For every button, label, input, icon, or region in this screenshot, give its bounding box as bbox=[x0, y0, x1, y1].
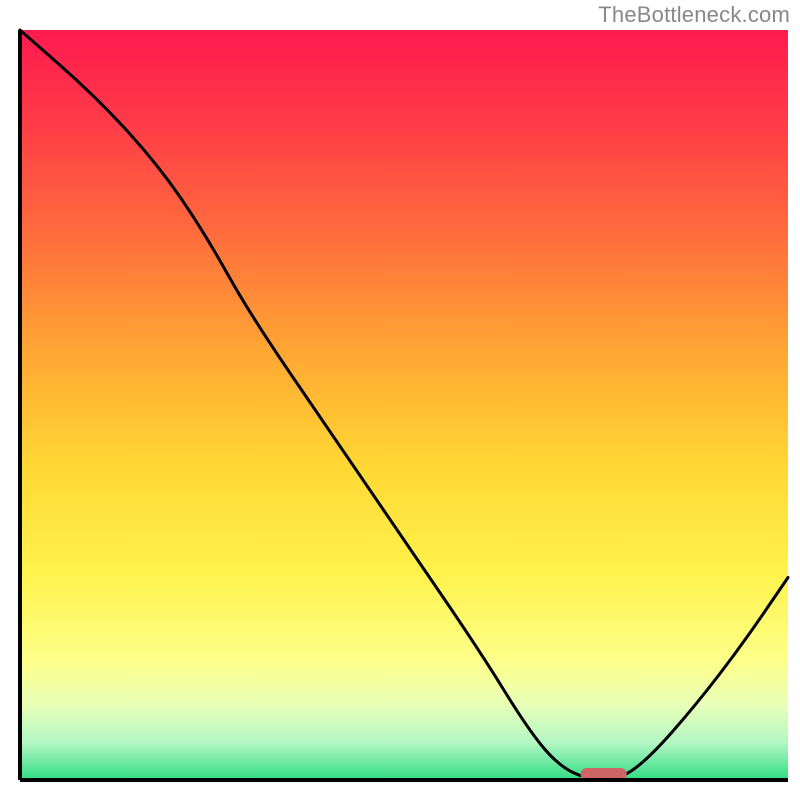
gradient-background bbox=[20, 30, 788, 780]
watermark-text: TheBottleneck.com bbox=[598, 2, 790, 28]
bottleneck-chart bbox=[0, 0, 800, 800]
